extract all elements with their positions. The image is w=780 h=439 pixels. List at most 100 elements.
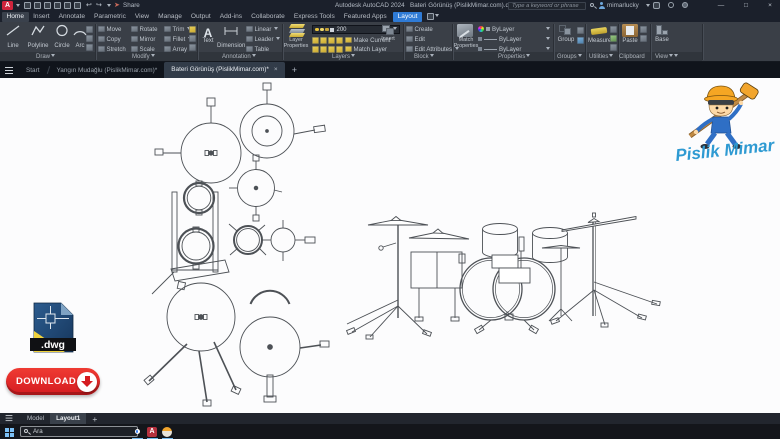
user-avatar-icon[interactable] <box>598 2 605 9</box>
measure-tool[interactable]: Measure <box>588 24 610 45</box>
print-icon[interactable] <box>74 2 81 9</box>
block-edit-tool[interactable]: Edit <box>406 35 425 43</box>
search-icon[interactable] <box>590 3 594 7</box>
modify-panel-label[interactable]: Modify <box>132 54 155 60</box>
layer-walk-icon[interactable] <box>320 46 327 53</box>
close-button[interactable]: × <box>761 0 779 11</box>
tab-layout-active[interactable]: Layout <box>393 12 422 22</box>
id-point-icon[interactable] <box>610 44 617 51</box>
line-tool[interactable]: Line <box>2 24 24 50</box>
layer-off-icon[interactable] <box>336 37 343 44</box>
hatch-tool-icon[interactable] <box>86 44 93 51</box>
paste-tool[interactable]: Paste <box>621 24 639 45</box>
tab-output[interactable]: Output <box>186 12 215 22</box>
tab-view[interactable]: View <box>130 12 153 22</box>
leader-tool[interactable]: Leader <box>246 35 280 43</box>
tab-home[interactable]: Home <box>2 12 29 22</box>
drawing-canvas[interactable]: Pislik Mimar .dwg DOWNLOAD <box>0 78 780 413</box>
tab-manage[interactable]: Manage <box>154 12 187 22</box>
help-icon[interactable] <box>668 2 674 8</box>
linear-tool[interactable]: Linear <box>246 25 278 33</box>
notification-icon[interactable] <box>682 2 688 8</box>
ungroup-icon[interactable] <box>577 27 584 34</box>
new-file-icon[interactable] <box>24 2 31 9</box>
plot-icon[interactable] <box>64 2 71 9</box>
layer-unlock-icon[interactable] <box>312 46 319 53</box>
group-edit-icon[interactable] <box>577 37 584 44</box>
draworder-icon[interactable] <box>189 26 196 33</box>
object-color-dropdown[interactable]: ByLayer <box>478 25 550 33</box>
start-button-icon[interactable] <box>5 428 14 437</box>
new-layout-button[interactable]: + <box>92 414 97 424</box>
mirror-tool[interactable]: Mirror <box>131 35 155 43</box>
tab-layout1[interactable]: Layout1 <box>50 413 86 424</box>
maximize-button[interactable]: □ <box>737 0 755 11</box>
block-panel-label[interactable]: Block <box>414 54 434 60</box>
download-button[interactable]: DOWNLOAD <box>6 368 100 395</box>
tab-doc-active[interactable]: Bateri Görünüş (PislikMimar.com)*× <box>164 62 284 78</box>
new-drawing-button[interactable]: + <box>292 65 297 75</box>
layer-delete-icon[interactable] <box>336 46 343 53</box>
app-store-icon[interactable] <box>653 2 660 9</box>
ellipse-tool-icon[interactable] <box>86 35 93 42</box>
cut-icon[interactable] <box>640 35 647 42</box>
layer-freeze-icon[interactable] <box>328 37 335 44</box>
scale-tool[interactable]: Scale <box>131 45 155 53</box>
tab-addins[interactable]: Add-ins <box>215 12 246 22</box>
app-menu-caret-icon[interactable] <box>16 4 20 9</box>
utilities-panel-label[interactable]: Utilities <box>589 54 613 60</box>
username[interactable]: mimarlucky <box>607 2 639 9</box>
trim-tool[interactable]: Trim <box>164 25 191 33</box>
minimize-button[interactable]: — <box>712 0 730 11</box>
linetype-dropdown[interactable]: ByLayer <box>478 45 550 53</box>
taskbar-search-input[interactable] <box>20 426 138 437</box>
group-tool[interactable]: Group <box>556 24 576 44</box>
tab-start[interactable]: Start <box>19 67 47 74</box>
lineweight-dropdown[interactable]: ByLayer <box>478 35 550 43</box>
match-layer-tool[interactable]: Match Layer <box>345 45 387 53</box>
ribbon-options-caret-icon[interactable] <box>435 14 439 19</box>
save-as-icon[interactable] <box>54 2 61 9</box>
layer-properties-tool[interactable]: Layer Properties <box>285 24 309 50</box>
share-icon[interactable]: ➤ <box>114 1 120 10</box>
tab-insert[interactable]: Insert <box>29 12 55 22</box>
help-search-input[interactable] <box>508 2 586 10</box>
copy-clip-icon[interactable] <box>640 26 647 33</box>
polyline-tool[interactable]: Polyline <box>25 24 51 50</box>
erase-icon[interactable] <box>189 35 196 42</box>
circle-tool[interactable]: Circle <box>52 24 72 50</box>
view-panel-label[interactable]: View <box>655 54 678 60</box>
clipboard-panel-label[interactable]: Clipboard <box>619 54 645 60</box>
tab-close-icon[interactable]: × <box>274 66 278 73</box>
move-tool[interactable]: Move <box>98 25 121 33</box>
quick-select-icon[interactable] <box>610 26 617 33</box>
tab-doc1[interactable]: Yangın Mudağlu (PislikMimar.com)* <box>50 67 165 74</box>
quick-calc-icon[interactable] <box>610 35 617 42</box>
app-menu-button[interactable]: A <box>2 1 13 10</box>
text-tool[interactable]: A Text <box>199 24 217 45</box>
autocad-taskbar-icon[interactable]: A <box>147 427 157 437</box>
layer-isolate-icon[interactable] <box>320 37 327 44</box>
stretch-tool[interactable]: Stretch <box>98 45 126 53</box>
tab-collaborate[interactable]: Collaborate <box>247 12 290 22</box>
user-caret-icon[interactable] <box>646 4 650 9</box>
redo-icon[interactable]: ↪ <box>96 1 102 10</box>
rotate-tool[interactable]: Rotate <box>131 25 157 33</box>
match-properties-tool[interactable]: Match Properties <box>455 24 475 50</box>
table-tool[interactable]: Table <box>246 45 269 53</box>
block-create-tool[interactable]: Create <box>406 25 433 33</box>
tab-annotate[interactable]: Annotate <box>54 12 89 22</box>
layer-merge-icon[interactable] <box>328 46 335 53</box>
undo-icon[interactable]: ↩ <box>86 1 92 10</box>
tab-parametric[interactable]: Parametric <box>90 12 131 22</box>
layer-state-icon[interactable] <box>312 37 319 44</box>
dimension-tool[interactable]: Dimension <box>217 24 245 50</box>
mascot-app-icon[interactable] <box>162 427 172 437</box>
base-view-tool[interactable]: Base <box>653 24 671 44</box>
qat-dropdown-caret-icon[interactable] <box>107 4 111 9</box>
tab-featured-apps[interactable]: Featured Apps <box>339 12 391 22</box>
insert-block-tool[interactable]: Insert <box>379 24 397 43</box>
groups-panel-label[interactable]: Groups <box>557 54 582 60</box>
rectangle-tool-icon[interactable] <box>86 26 93 33</box>
open-folder-icon[interactable] <box>34 2 41 9</box>
